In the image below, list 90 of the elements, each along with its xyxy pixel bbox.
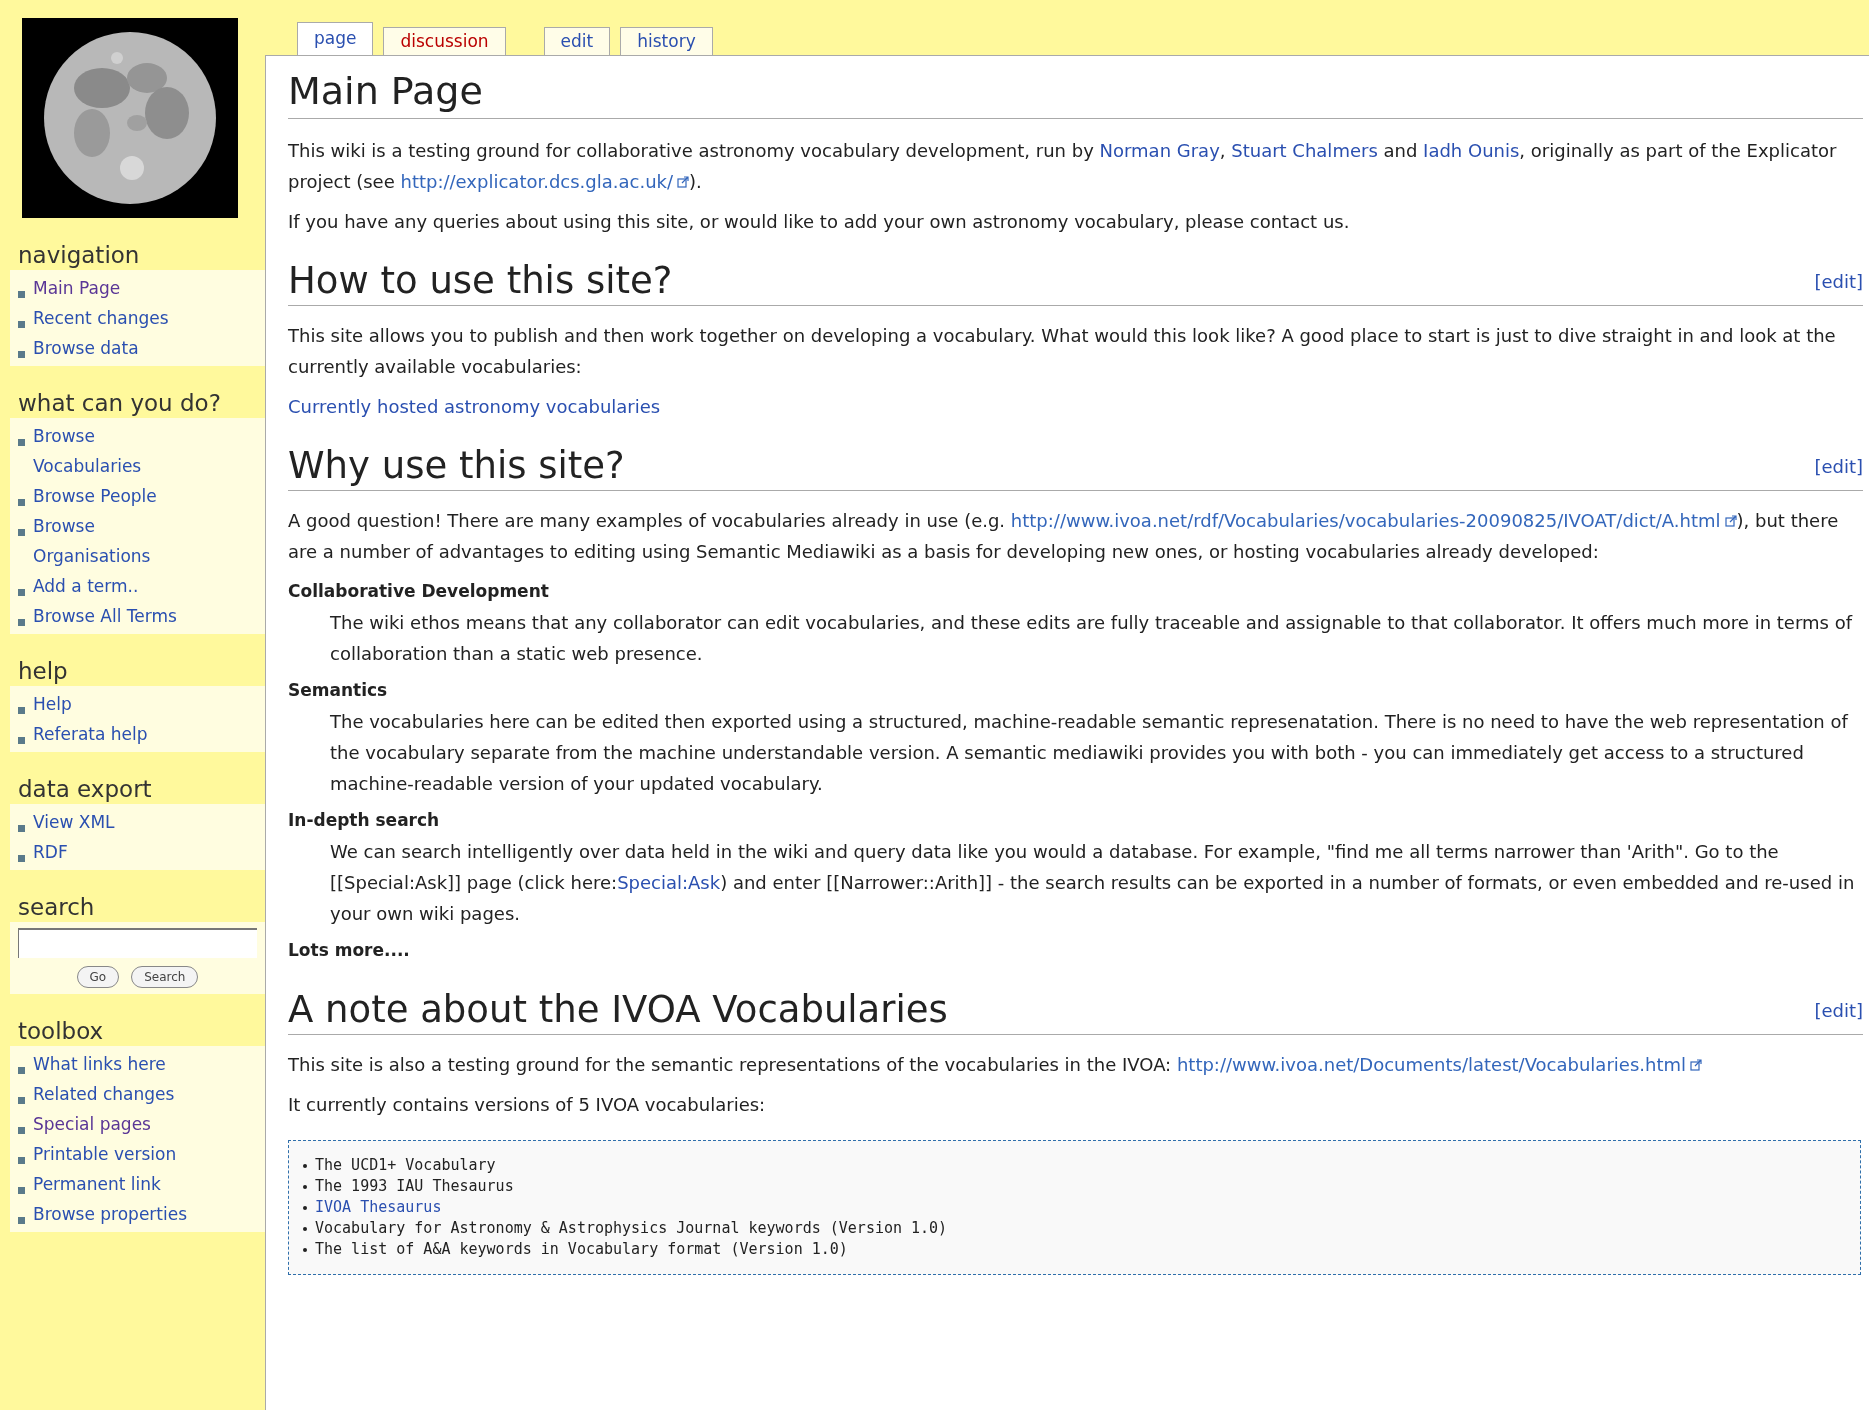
external-link-icon [1690, 1059, 1702, 1071]
bullet-icon [18, 589, 25, 596]
bullet-icon [18, 737, 25, 744]
portlet-heading: what can you do? [17, 389, 222, 418]
bullet-icon [18, 619, 25, 626]
page-tab[interactable]: edit [543, 27, 611, 55]
sidebar-link[interactable]: Browse Organisations [33, 511, 193, 571]
bullet-icon [18, 321, 25, 328]
definition-text: We can search intelligently over data held in the wiki and query data like you would a database. For example, "find me all terms narrower than 'Arith". Go to the [[Special:Ask]] page (click here:Special:Ask) and enter [[Narrower::Arith]] - the search results can be exported in a number of formats, or even embedded and re-used in your own wiki pages. [329, 840, 1856, 926]
edit-link[interactable]: [edit] [1814, 266, 1863, 297]
code-line: The UCD1+ Vocabulary [315, 1155, 496, 1176]
bullet-icon [18, 1067, 25, 1074]
section-heading: How to use this site? [288, 258, 673, 304]
page-tab[interactable]: history [620, 27, 713, 55]
sidebar-link[interactable]: Special pages [33, 1109, 193, 1139]
code-line: The 1993 IAU Thesaurus [315, 1176, 514, 1197]
external-link[interactable]: http://explicator.dcs.gla.ac.uk/ [400, 171, 690, 192]
code-link[interactable]: IVOA Thesaurus [315, 1197, 442, 1218]
bullet-icon [18, 351, 25, 358]
definition-term: Semantics [288, 679, 389, 702]
bullet-icon [303, 1226, 307, 1231]
sidebar-link[interactable]: Browse Vocabularies [33, 421, 193, 481]
bullet-icon [18, 499, 25, 506]
external-link[interactable]: http://www.ivoa.net/rdf/Vocabularies/vocabularies-20090825/IVOAT/dict/A.html [1010, 510, 1737, 531]
portlet-heading: data export [17, 775, 153, 804]
sidebar-link[interactable]: Browse All Terms [33, 601, 193, 631]
sidebar-link[interactable]: Printable version [33, 1139, 193, 1169]
page-tab[interactable]: page [297, 22, 374, 55]
external-link[interactable]: http://www.ivoa.net/Documents/latest/Vocabularies.html [1176, 1054, 1702, 1075]
code-line: Vocabulary for Astronomy & Astrophysics Journal keywords (Version 1.0) [315, 1218, 948, 1239]
search-field[interactable] [18, 928, 257, 958]
code-line: The list of A&A keywords in Vocabulary format (Version 1.0) [315, 1239, 848, 1260]
definition-text: The wiki ethos means that any collaborator can edit vocabularies, and these edits are fully traceable and assignable to that collaborator. It offers much more in terms of collaboration than a static web presence. [329, 611, 1854, 666]
section-heading: A note about the IVOA Vocabularies [288, 987, 948, 1033]
bullet-icon [18, 825, 25, 832]
sidebar-link[interactable]: Add a term.. [33, 571, 193, 601]
bullet-icon [18, 439, 25, 446]
sidebar-link[interactable]: What links here [33, 1049, 193, 1079]
paragraph: If you have any queries about using this site, or would like to add your own astronomy vocabulary, please contact us. [288, 210, 1351, 234]
paragraph: This site is also a testing ground for the semantic representations of the vocabularies in the IVOA: http://www.ivoa.net/Documents/latest/Vocabularies.html [288, 1049, 1863, 1080]
link[interactable]: Stuart Chalmers [1231, 140, 1378, 161]
paragraph: This wiki is a testing ground for collaborative astronomy vocabulary development, run by Norman Gray, Stuart Chalmers and Iadh Ounis, originally as part of the Explicator project (see http://explicator.dcs.gla.ac.uk/ ). [288, 139, 1838, 194]
sidebar-link[interactable]: RDF [33, 837, 193, 867]
bullet-icon [18, 855, 25, 862]
page-tab[interactable]: discussion [383, 27, 506, 55]
bullet-icon [18, 1187, 25, 1194]
paragraph: A good question! There are many examples of vocabularies already in use (e.g. http://www.ivoa.net/rdf/Vocabularies/vocabularies-20090825/IVOAT/dict/A.html ), but there are a number of advantages to editing using Semantic Mediawiki as a basis for developing new ones, or hosting vocabularies already developed: [288, 509, 1840, 564]
bullet-icon [18, 707, 25, 714]
link[interactable]: Special:Ask [617, 872, 721, 893]
paragraph: It currently contains versions of 5 IVOA vocabularies: [288, 1093, 767, 1117]
section-heading: Why use this site? [288, 443, 625, 489]
link[interactable]: Norman Gray [1099, 140, 1220, 161]
page-title: Main Page [288, 66, 1863, 119]
bullet-icon [303, 1163, 307, 1168]
sidebar-link[interactable]: Related changes [33, 1079, 193, 1109]
search-button[interactable]: Search [131, 966, 199, 988]
sidebar-link[interactable]: Main Page [33, 273, 193, 303]
definition-term: In-depth search [288, 809, 441, 832]
external-link-icon [677, 176, 690, 188]
portlet-heading: toolbox [17, 1017, 105, 1046]
edit-link[interactable]: [edit] [1814, 995, 1863, 1026]
definition-text: The vocabularies here can be edited then exported using a structured, machine-readable semantic represenatation. There is no need to have the web representation of the vocabulary separate from the machine understandable version. A semantic mediawiki provides you with both - you can immediately get access to a structured machine-readable version of your updated vocabulary. [329, 710, 1850, 796]
bullet-icon [18, 1127, 25, 1134]
bullet-icon [18, 1217, 25, 1224]
definition-term: Collaborative Development [288, 580, 550, 603]
bullet-icon [303, 1247, 307, 1252]
sidebar-link[interactable]: View XML [33, 807, 193, 837]
bullet-icon [18, 1097, 25, 1104]
search-button[interactable]: Go [76, 966, 120, 988]
sidebar-link[interactable]: Recent changes [33, 303, 193, 333]
bullet-icon [18, 529, 25, 536]
sidebar-link[interactable]: Browse data [33, 333, 193, 363]
bullet-icon [303, 1205, 307, 1210]
paragraph: Lots more.... [288, 939, 411, 962]
portlet-heading: search [17, 893, 96, 922]
sidebar-link[interactable]: Browse People [33, 481, 193, 511]
link[interactable]: Currently hosted astronomy vocabularies [288, 396, 661, 417]
sidebar-link[interactable]: Referata help [33, 719, 193, 749]
external-link-icon [1724, 515, 1737, 527]
bullet-icon [18, 1157, 25, 1164]
sidebar-link[interactable]: Help [33, 689, 193, 719]
edit-link[interactable]: [edit] [1814, 451, 1863, 482]
portlet-heading: help [17, 657, 69, 686]
link[interactable]: Iadh Ounis [1423, 140, 1520, 161]
paragraph: This site allows you to publish and then work together on developing a vocabulary. What would this look like? A good place to start is just to dive straight in and look at the currently available vocabularies: [288, 324, 1837, 379]
bullet-icon [303, 1184, 307, 1189]
sidebar-link[interactable]: Permanent link [33, 1169, 193, 1199]
bullet-icon [18, 291, 25, 298]
sidebar-link[interactable]: Browse properties [33, 1199, 193, 1229]
portlet-heading: navigation [17, 241, 141, 270]
